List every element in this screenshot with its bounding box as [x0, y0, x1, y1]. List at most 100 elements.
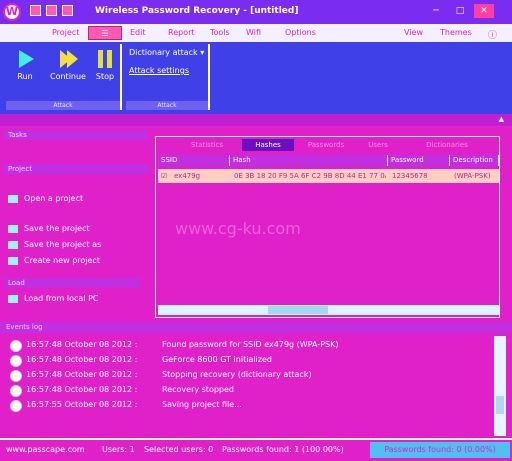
- pause-icon: [94, 48, 116, 70]
- col-header-password[interactable]: Password: [388, 155, 450, 166]
- menu-view[interactable]: View: [404, 28, 423, 37]
- attack-type-dropdown[interactable]: Dictionary attack ▾: [129, 48, 204, 57]
- title-bar: W Wireless Password Recovery - [untitled…: [0, 0, 512, 24]
- menu-edit[interactable]: Edit: [130, 28, 146, 37]
- info-icon: [10, 340, 22, 352]
- cell-hash: 0E 3B 18 20 F9 5A 6F C2 9B 8D 44 E1 77 0…: [234, 172, 386, 180]
- col-header-ssid[interactable]: SSID: [158, 155, 230, 166]
- log-time: 16:57:48 October 08 2012 :: [26, 340, 138, 349]
- events-log: 16:57:48 October 08 2012 : Found passwor…: [6, 336, 496, 436]
- log-time: 16:57:48 October 08 2012 :: [26, 385, 138, 394]
- task-panel-header: Tasks: [4, 130, 148, 140]
- new-document-icon: [8, 256, 18, 265]
- menu-wifi[interactable]: Wifi: [246, 28, 261, 37]
- log-message: Stopping recovery (dictionary attack): [162, 370, 312, 379]
- attack-settings-link[interactable]: Attack settings: [129, 66, 189, 75]
- chevron-down-icon: ▾: [200, 48, 205, 57]
- log-time: 16:57:48 October 08 2012 :: [26, 370, 138, 379]
- menu-themes[interactable]: Themes: [440, 28, 472, 37]
- ribbon-group-label: Attack: [6, 101, 120, 110]
- save-project-link[interactable]: Save the project: [8, 224, 144, 233]
- computer-icon: [8, 294, 18, 303]
- log-vertical-scrollbar[interactable]: [494, 336, 506, 436]
- status-passwords-found: Passwords found: 1 (100.00%): [222, 445, 344, 454]
- horizontal-scrollbar[interactable]: [158, 305, 499, 315]
- app-logo-icon[interactable]: W: [3, 3, 21, 21]
- create-project-link[interactable]: Create new project: [8, 256, 144, 265]
- menu-options[interactable]: Options: [285, 28, 316, 37]
- status-users: Users: 1: [102, 445, 135, 454]
- status-passwords-found-right: Passwords found: 0 (0.00%): [370, 442, 510, 458]
- scroll-thumb[interactable]: [268, 306, 328, 314]
- help-icon[interactable]: ⓘ: [488, 28, 497, 41]
- events-log-title: Events log: [0, 322, 512, 333]
- menu-project[interactable]: Project: [52, 28, 79, 37]
- collapse-ribbon-icon[interactable]: ▲: [499, 115, 504, 123]
- redo-quick-icon[interactable]: [62, 5, 73, 16]
- window-title: Wireless Password Recovery - [untitled]: [95, 6, 299, 16]
- stop-button[interactable]: Stop: [90, 48, 120, 81]
- task-panel: Tasks Project Open a project Save the pr…: [4, 130, 148, 314]
- section-load-header[interactable]: Load: [4, 278, 140, 288]
- ribbon: Run Continue Stop Attack Dictionary atta…: [0, 42, 512, 114]
- menu-active-tab[interactable]: ☰: [88, 26, 122, 40]
- continue-icon: [57, 48, 79, 70]
- save-quick-icon[interactable]: [30, 5, 41, 16]
- continue-button[interactable]: Continue: [48, 48, 88, 81]
- tab-passwords[interactable]: Passwords: [298, 139, 354, 151]
- save-project-as-link[interactable]: Save the project as: [8, 240, 144, 249]
- play-icon: [14, 48, 36, 70]
- log-entry[interactable]: 16:57:48 October 08 2012 : GeForce 8600 …: [10, 353, 490, 367]
- log-entry[interactable]: 16:57:48 October 08 2012 : Recovery stop…: [10, 383, 490, 397]
- scroll-thumb[interactable]: [496, 396, 504, 414]
- close-icon[interactable]: ✕: [474, 4, 494, 18]
- stop-label: Stop: [95, 72, 115, 81]
- tab-users[interactable]: Users: [358, 139, 398, 151]
- info-icon: [10, 355, 22, 367]
- status-website[interactable]: www.passcape.com: [6, 445, 85, 454]
- cell-description: (WPA-PSK): [454, 172, 491, 180]
- menu-bar: Project ☰ Edit Report Tools Wifi Options…: [0, 24, 512, 42]
- log-time: 16:57:55 October 08 2012 :: [26, 400, 138, 409]
- tab-hashes[interactable]: Hashes: [242, 139, 294, 151]
- ribbon-group-attack: Dictionary attack ▾ Attack settings Atta…: [126, 44, 210, 110]
- undo-quick-icon[interactable]: [46, 5, 57, 16]
- row-checkbox[interactable]: ☑: [161, 169, 171, 183]
- load-local-link[interactable]: Load from local PC: [8, 294, 144, 303]
- log-message: Recovery stopped: [162, 385, 234, 394]
- minimize-icon[interactable]: ─: [426, 4, 446, 18]
- status-selected-users: Selected users: 0: [144, 445, 214, 454]
- menu-report[interactable]: Report: [168, 28, 195, 37]
- open-project-link[interactable]: Open a project: [8, 194, 144, 203]
- cell-password: 12345678: [392, 172, 428, 180]
- menu-tools[interactable]: Tools: [210, 28, 230, 37]
- maximize-icon[interactable]: □: [450, 4, 470, 18]
- log-message: GeForce 8600 GT initialized: [162, 355, 272, 364]
- ribbon-group-label: Attack: [126, 101, 208, 110]
- col-header-description[interactable]: Description: [450, 155, 499, 166]
- log-entry[interactable]: 16:57:48 October 08 2012 : Found passwor…: [10, 338, 490, 352]
- status-bar: www.passcape.com Users: 1 Selected users…: [0, 438, 512, 461]
- section-project-header[interactable]: Project: [4, 164, 148, 174]
- tab-statistics[interactable]: Statistics: [176, 139, 238, 151]
- run-button[interactable]: Run: [10, 48, 40, 81]
- table-row[interactable]: ☑ ex479g 0E 3B 18 20 F9 5A 6F C2 9B 8D 4…: [158, 169, 499, 183]
- col-header-hash[interactable]: Hash: [230, 155, 388, 166]
- log-entry[interactable]: 16:57:48 October 08 2012 : Stopping reco…: [10, 368, 490, 382]
- ribbon-collapse-stripe: ▲: [0, 114, 512, 126]
- cell-ssid: ex479g: [174, 172, 201, 180]
- folder-open-icon: [8, 194, 18, 203]
- tab-dictionaries[interactable]: Dictionaries: [402, 139, 492, 151]
- save-as-icon: [8, 240, 18, 249]
- continue-label: Continue: [50, 72, 86, 81]
- info-icon: [10, 370, 22, 382]
- log-message: Found password for SSID ex479g (WPA-PSK): [162, 340, 339, 349]
- log-entry[interactable]: 16:57:55 October 08 2012 : Saving projec…: [10, 398, 490, 412]
- info-icon: [10, 400, 22, 412]
- run-label: Run: [17, 72, 33, 81]
- ribbon-group-run: Run Continue Stop Attack: [6, 44, 122, 110]
- watermark: www.cg-ku.com: [175, 219, 301, 238]
- log-time: 16:57:48 October 08 2012 :: [26, 355, 138, 364]
- log-message: Saving project file...: [162, 400, 242, 409]
- info-icon: [10, 385, 22, 397]
